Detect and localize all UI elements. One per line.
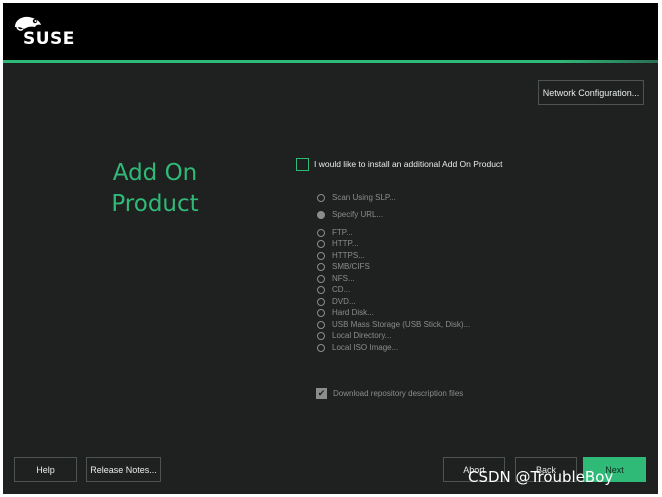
download-description-label: Download repository description files (333, 389, 464, 398)
radio-ftp[interactable] (317, 229, 325, 237)
release-notes-button[interactable]: Release Notes... (86, 457, 161, 482)
radio-ftp-label: FTP... (332, 228, 353, 237)
radio-smb-cifs-label: SMB/CIFS (332, 262, 370, 271)
radio-hard-disk-label: Hard Disk... (332, 308, 374, 317)
add-on-checkbox[interactable] (296, 158, 309, 171)
download-description-checkbox[interactable]: ✔ (316, 388, 327, 399)
radio-nfs[interactable] (317, 275, 325, 283)
radio-dvd[interactable] (317, 298, 325, 306)
radio-https-label: HTTPS... (332, 251, 365, 260)
top-bar: SUSE (3, 3, 658, 60)
radio-usb-mass-storage[interactable] (317, 321, 325, 329)
radio-cd[interactable] (317, 286, 325, 294)
radio-specify-url-label: Specify URL... (332, 210, 384, 219)
radio-scan-slp[interactable] (317, 194, 325, 202)
help-button[interactable]: Help (14, 457, 77, 482)
page-title: Add On Product (95, 158, 215, 220)
watermark-text: CSDN @TroubleBoy (468, 468, 614, 486)
radio-http-label: HTTP... (332, 239, 359, 248)
installer-window: SUSE Network Configuration... Add On Pro… (3, 3, 658, 494)
add-on-checkbox-label: I would like to install an additional Ad… (314, 159, 503, 169)
radio-specify-url[interactable] (317, 211, 325, 219)
network-configuration-button[interactable]: Network Configuration... (538, 80, 644, 105)
radio-usb-mass-storage-label: USB Mass Storage (USB Stick, Disk)... (332, 320, 471, 329)
radio-http[interactable] (317, 240, 325, 248)
radio-nfs-label: NFS... (332, 274, 355, 283)
suse-logo: SUSE (13, 15, 83, 51)
accent-line (3, 60, 658, 63)
radio-local-directory-label: Local Directory... (332, 331, 392, 340)
radio-cd-label: CD... (332, 285, 351, 294)
radio-scan-slp-label: Scan Using SLP... (332, 193, 396, 202)
radio-local-iso-image-label: Local ISO Image... (332, 343, 399, 352)
radio-https[interactable] (317, 252, 325, 260)
page-title-line-2: Product (111, 191, 199, 217)
radio-dvd-label: DVD... (332, 297, 356, 306)
radio-hard-disk[interactable] (317, 309, 325, 317)
radio-smb-cifs[interactable] (317, 263, 325, 271)
radio-local-iso-image[interactable] (317, 344, 325, 352)
radio-local-directory[interactable] (317, 332, 325, 340)
page-title-line-1: Add On (112, 160, 198, 186)
logo-wordmark: SUSE (23, 29, 75, 49)
